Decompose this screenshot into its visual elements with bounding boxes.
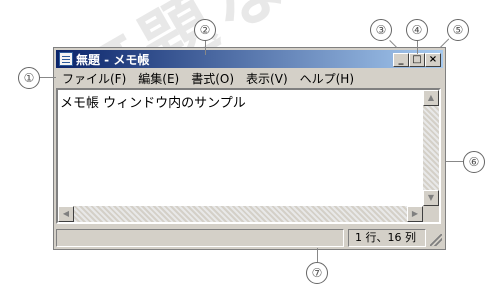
maximize-button[interactable]: □ (409, 53, 425, 67)
notepad-window: 無題 - メモ帳 _ □ × ファイル(F) 編集(E) 書式(O) 表示(V)… (53, 47, 446, 250)
cursor-position: 1 行、16 列 (348, 229, 426, 247)
resize-grip[interactable] (430, 234, 442, 246)
callout-6: ⑥ (463, 151, 485, 173)
callout-5: ⑤ (447, 19, 469, 41)
callout-7: ⑦ (306, 262, 328, 284)
callout-2: ② (194, 19, 216, 41)
callout-4: ④ (406, 19, 428, 41)
menu-file[interactable]: ファイル(F) (56, 70, 132, 87)
text-editor[interactable]: メモ帳 ウィンドウ内のサンプル ▲ ▼ ◀ ▶ (56, 88, 441, 224)
editor-text[interactable]: メモ帳 ウィンドウ内のサンプル (60, 92, 246, 111)
leader-line (417, 40, 418, 54)
scrollbar-corner (423, 206, 439, 222)
window-title: 無題 - メモ帳 (76, 52, 150, 67)
menu-view[interactable]: 表示(V) (240, 70, 294, 87)
leader-line (317, 248, 318, 262)
menu-format[interactable]: 書式(O) (185, 70, 240, 87)
status-bar: 1 行、16 列 (56, 229, 443, 247)
minimize-button[interactable]: _ (393, 53, 409, 67)
callout-3: ③ (370, 19, 392, 41)
menu-help[interactable]: ヘルプ(H) (294, 70, 360, 87)
menu-bar: ファイル(F) 編集(E) 書式(O) 表示(V) ヘルプ(H) (56, 69, 443, 87)
scroll-left-button[interactable]: ◀ (58, 206, 74, 222)
scroll-right-button[interactable]: ▶ (407, 206, 423, 222)
close-button[interactable]: × (425, 53, 441, 67)
horizontal-scrollbar[interactable]: ◀ ▶ (58, 206, 423, 222)
status-panel (56, 229, 344, 247)
menu-edit[interactable]: 編集(E) (132, 70, 185, 87)
leader-line (39, 77, 56, 78)
leader-line (205, 39, 206, 55)
title-bar[interactable]: 無題 - メモ帳 _ □ × (56, 50, 443, 68)
leader-line (446, 161, 463, 162)
vertical-scrollbar[interactable]: ▲ ▼ (423, 90, 439, 206)
scroll-up-button[interactable]: ▲ (423, 90, 439, 106)
notepad-icon (59, 52, 73, 66)
scroll-down-button[interactable]: ▼ (423, 190, 439, 206)
callout-1: ① (18, 67, 40, 89)
